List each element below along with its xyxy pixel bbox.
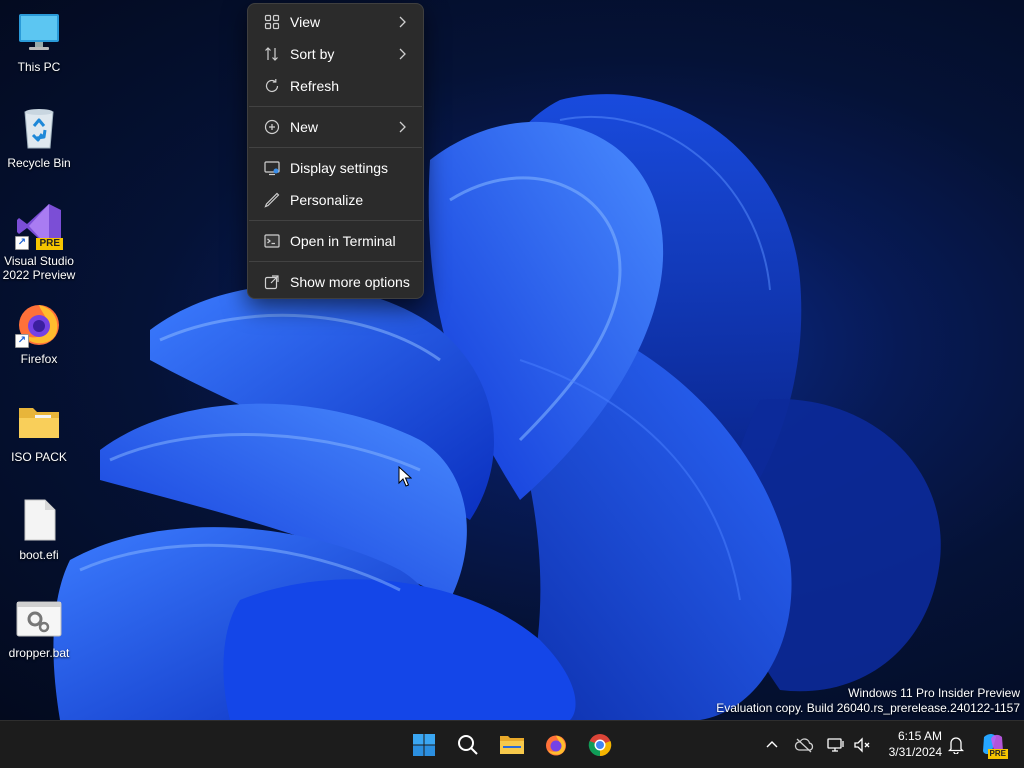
file-icon <box>15 496 63 544</box>
plus-circle-icon <box>262 117 282 137</box>
volume-tray-button[interactable] <box>852 735 872 755</box>
visual-studio-icon: PRE ↗ <box>15 202 63 250</box>
desktop-icon-this-pc[interactable]: This PC <box>0 8 78 74</box>
shortcut-arrow-icon: ↗ <box>15 334 29 348</box>
terminal-icon <box>262 231 282 251</box>
watermark-line-1: Windows 11 Pro Insider Preview <box>848 686 1020 700</box>
onedrive-tray-button[interactable] <box>794 735 814 755</box>
desktop-context-menu: View Sort by Refresh New Display setting… <box>247 3 424 299</box>
wallpaper-bloom <box>53 94 941 720</box>
menu-item-label: Personalize <box>290 192 364 208</box>
copilot-pre-badge: PRE <box>987 749 1008 759</box>
menu-item-view[interactable]: View <box>252 7 419 37</box>
desktop-icon-label: ISO PACK <box>11 450 67 464</box>
open-external-icon <box>262 272 282 292</box>
onedrive-icon <box>794 738 814 753</box>
firefox-icon: ↗ <box>15 300 63 348</box>
desktop-icon-label: Recycle Bin <box>7 156 71 170</box>
chrome-icon <box>588 734 612 757</box>
menu-separator <box>249 106 422 107</box>
pre-badge: PRE <box>36 238 63 250</box>
monitor-icon <box>15 8 63 56</box>
folder-icon <box>15 398 63 446</box>
desktop-icon-iso-pack[interactable]: ISO PACK <box>0 398 78 464</box>
grid-icon <box>262 12 282 32</box>
menu-item-label: Refresh <box>290 78 340 94</box>
chevron-right-icon <box>399 121 406 133</box>
copilot-button[interactable]: PRE <box>980 731 1008 759</box>
desktop-icon-recycle-bin[interactable]: Recycle Bin <box>0 104 78 170</box>
desktop-icon-firefox[interactable]: ↗ Firefox <box>0 300 78 366</box>
menu-item-show-more-options[interactable]: Show more options <box>252 267 419 297</box>
volume-icon <box>854 737 870 753</box>
show-hidden-icons-button[interactable] <box>762 735 782 755</box>
menu-item-label: Display settings <box>290 160 389 176</box>
network-tray-button[interactable] <box>826 735 846 755</box>
clock-date: 3/31/2024 <box>888 745 942 759</box>
taskbar-file-explorer-button[interactable] <box>496 729 528 761</box>
batch-file-icon <box>15 594 63 642</box>
desktop[interactable]: This PC Recycle Bin PRE ↗ Visual Studio … <box>0 0 1024 720</box>
watermark-line-2: Evaluation copy. Build 26040.rs_prerelea… <box>716 701 1020 715</box>
sort-icon <box>262 44 282 64</box>
clock-time: 6:15 AM <box>897 729 942 743</box>
taskbar-clock[interactable]: 6:15 AM 3/31/2024 <box>876 728 942 760</box>
refresh-icon <box>262 76 282 96</box>
menu-item-display-settings[interactable]: Display settings <box>252 153 419 183</box>
menu-separator <box>249 147 422 148</box>
menu-item-refresh[interactable]: Refresh <box>252 71 419 101</box>
search-icon <box>458 735 478 755</box>
notification-center-button[interactable] <box>946 735 966 755</box>
file-explorer-icon <box>500 736 524 754</box>
menu-item-sort-by[interactable]: Sort by <box>252 39 419 69</box>
chevron-up-icon <box>766 741 778 748</box>
desktop-icon-dropper-bat[interactable]: dropper.bat <box>0 594 78 660</box>
evaluation-watermark: Windows 11 Pro Insider Preview Evaluatio… <box>716 686 1020 716</box>
recycle-bin-icon <box>15 104 63 152</box>
taskbar-search-button[interactable] <box>452 729 484 761</box>
menu-separator <box>249 220 422 221</box>
desktop-icon-label: Visual Studio <box>4 254 74 268</box>
menu-item-label: New <box>290 119 319 135</box>
display-settings-icon <box>262 158 282 178</box>
menu-item-label: View <box>290 14 321 30</box>
menu-item-label: Sort by <box>290 46 335 62</box>
desktop-icon-label: 2022 Preview <box>2 268 76 282</box>
menu-item-label: Open in Terminal <box>290 233 396 249</box>
desktop-icon-label: boot.efi <box>19 548 59 562</box>
menu-separator <box>249 261 422 262</box>
menu-item-label: Show more options <box>290 274 410 290</box>
start-button[interactable] <box>408 729 440 761</box>
taskbar: 6:15 AM 3/31/2024 PRE <box>0 720 1024 768</box>
shortcut-arrow-icon: ↗ <box>15 236 29 250</box>
network-icon <box>827 738 844 752</box>
pen-icon <box>262 190 282 210</box>
menu-item-open-in-terminal[interactable]: Open in Terminal <box>252 226 419 256</box>
taskbar-chrome-button[interactable] <box>584 729 616 761</box>
desktop-icon-label: dropper.bat <box>8 646 70 660</box>
chevron-right-icon <box>399 16 406 28</box>
mouse-cursor-icon <box>398 466 412 487</box>
taskbar-firefox-button[interactable] <box>540 729 572 761</box>
menu-item-personalize[interactable]: Personalize <box>252 185 419 215</box>
desktop-icon-label: This PC <box>17 60 61 74</box>
notification-icon <box>948 737 964 754</box>
menu-item-new[interactable]: New <box>252 112 419 142</box>
firefox-icon <box>546 735 566 756</box>
desktop-icon-boot-efi[interactable]: boot.efi <box>0 496 78 562</box>
desktop-icon-visual-studio[interactable]: PRE ↗ Visual Studio 2022 Preview <box>0 202 78 282</box>
windows-start-icon <box>413 734 435 756</box>
desktop-icon-label: Firefox <box>20 352 58 366</box>
chevron-right-icon <box>399 48 406 60</box>
